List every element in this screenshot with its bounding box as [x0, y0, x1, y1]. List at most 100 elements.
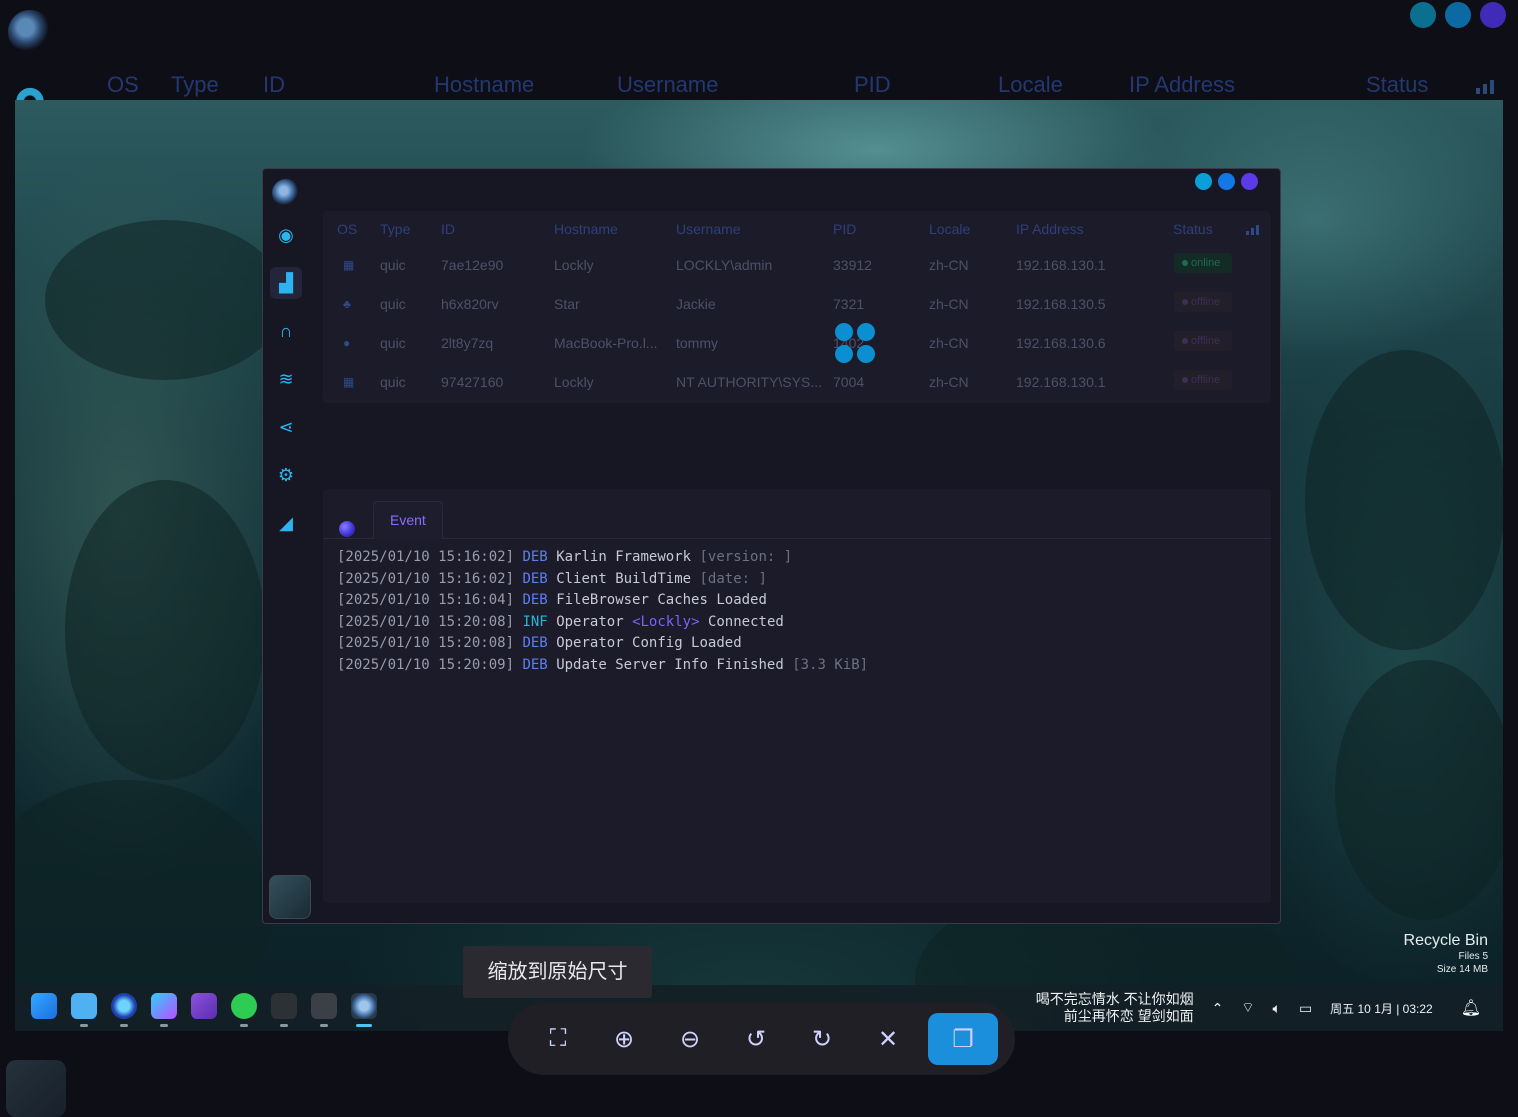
trend-icon[interactable]: ≋: [270, 363, 302, 395]
cell-ip: 192.168.130.6: [1016, 335, 1106, 351]
wifi-icon[interactable]: ⌔: [1241, 999, 1254, 1017]
col-username[interactable]: Username: [676, 221, 741, 239]
col-type[interactable]: Type: [380, 221, 410, 239]
cell-hostname: Lockly: [554, 257, 594, 273]
log-line: [2025/01/10 15:16:02] DEB Karlin Framewo…: [337, 549, 793, 565]
cell-type: quic: [380, 296, 406, 312]
visual-studio-icon[interactable]: [191, 993, 217, 1019]
outer-stats-icon[interactable]: [1476, 80, 1494, 94]
fit-screen-icon[interactable]: ⛶: [538, 1019, 578, 1059]
area-chart-icon[interactable]: ◢: [270, 507, 302, 539]
cell-id: h6x820rv: [441, 296, 499, 312]
linux-icon: ♣: [343, 297, 351, 311]
file-explorer-icon[interactable]: [71, 993, 97, 1027]
headphones-icon[interactable]: ∩: [270, 315, 302, 347]
status-badge: offline: [1174, 331, 1232, 351]
user-avatar[interactable]: [269, 875, 311, 919]
cell-id: 7ae12e90: [441, 257, 504, 273]
minimize-button[interactable]: [1410, 2, 1436, 28]
log-line: [2025/01/10 15:16:04] DEB FileBrowser Ca…: [337, 592, 767, 608]
cell-pid: 7004: [833, 374, 865, 390]
outer-avatar[interactable]: [6, 1060, 66, 1117]
recycle-bin-size: Size 14 MB: [1436, 964, 1488, 975]
battery-icon[interactable]: ▭: [1299, 1000, 1312, 1017]
volume-icon[interactable]: 🔈︎: [1273, 1000, 1281, 1017]
cell-username: Jackie: [676, 296, 716, 312]
table-row[interactable]: ▦ quic 97427160 Lockly NT AUTHORITY\SYS.…: [323, 364, 1271, 402]
window-minimize-button[interactable]: [1195, 173, 1212, 190]
cell-pid: 7321: [833, 296, 865, 312]
cell-locale: zh-CN: [929, 374, 969, 390]
outer-col-os: OS: [107, 72, 139, 97]
recycle-bin-title: Recycle Bin: [1403, 932, 1488, 949]
remote-viewer: OS Type ID Hostname Username PID Locale …: [0, 0, 1518, 1117]
browser-icon[interactable]: [111, 993, 137, 1027]
chevron-up-icon[interactable]: ⌃: [1212, 1000, 1224, 1017]
bell-icon[interactable]: 🔔︎: [1461, 998, 1481, 1018]
col-pid[interactable]: PID: [833, 221, 856, 239]
clock[interactable]: 周五 10 1月 | 03:22: [1330, 1000, 1433, 1017]
table-row[interactable]: ♣ quic h6x820rv Star Jackie 7321 zh-CN 1…: [323, 286, 1271, 324]
apple-icon: ●: [343, 336, 351, 350]
window-close-button[interactable]: [1241, 173, 1258, 190]
lyrics-widget[interactable]: 喝不完忘情水 不让你如烟 前尘再怀恋 望剑如面: [1036, 991, 1194, 1025]
column-settings-icon[interactable]: [1246, 225, 1259, 235]
log-line: [2025/01/10 15:16:02] DEB Client BuildTi…: [337, 570, 767, 587]
disc-icon[interactable]: ◉: [270, 219, 302, 251]
tab-event[interactable]: Event: [373, 501, 443, 539]
event-log: [2025/01/10 15:16:02] DEB Karlin Framewo…: [337, 547, 868, 676]
goland-icon[interactable]: [151, 993, 177, 1027]
wechat-icon[interactable]: [231, 993, 257, 1027]
status-badge: offline: [1174, 370, 1232, 390]
start-button[interactable]: [31, 993, 57, 1019]
rotate-left-icon[interactable]: ↺: [736, 1019, 776, 1059]
col-ip[interactable]: IP Address: [1016, 221, 1083, 239]
event-log-panel: Event [2025/01/10 15:16:02] DEB Karlin F…: [323, 489, 1271, 903]
cell-username: tommy: [676, 335, 718, 351]
karlin-client-icon[interactable]: [351, 993, 377, 1027]
cell-ip: 192.168.130.1: [1016, 374, 1106, 390]
table-row[interactable]: ▦ quic 7ae12e90 Lockly LOCKLY\admin 3391…: [323, 247, 1271, 285]
cell-id: 2lt8y7zq: [441, 335, 494, 351]
col-hostname[interactable]: Hostname: [554, 221, 618, 239]
cell-ip: 192.168.130.5: [1016, 296, 1106, 312]
copy-icon[interactable]: ❐: [928, 1013, 998, 1065]
table-row[interactable]: ● quic 2lt8y7zq MacBook-Pro.l... tommy 1…: [323, 325, 1271, 363]
recycle-bin[interactable]: Recycle Bin Files 5 Size 14 MB: [1404, 932, 1488, 976]
settings-icon[interactable]: ⚙: [270, 459, 302, 491]
zoom-in-icon[interactable]: ⊕: [604, 1019, 644, 1059]
col-id[interactable]: ID: [441, 221, 455, 239]
rotate-right-icon[interactable]: ↻: [802, 1019, 842, 1059]
outer-col-status: Status: [1366, 72, 1429, 97]
cell-hostname: Star: [554, 296, 580, 312]
cell-username: NT AUTHORITY\SYS...: [676, 374, 822, 390]
client-logo: [272, 179, 300, 207]
maximize-button[interactable]: [1445, 2, 1471, 28]
cell-pid: 33912: [833, 257, 872, 273]
close-icon[interactable]: ✕: [868, 1019, 908, 1059]
col-status[interactable]: Status: [1173, 221, 1213, 239]
log-line: [2025/01/10 15:20:09] DEB Update Server …: [337, 656, 869, 673]
log-tabs: Event: [323, 499, 1271, 539]
terminal-icon[interactable]: [311, 993, 337, 1027]
close-button[interactable]: [1480, 2, 1506, 28]
outer-col-username: Username: [617, 72, 719, 97]
stats-icon[interactable]: ▟: [270, 267, 302, 299]
recycle-bin-files: Files 5: [1458, 951, 1488, 962]
col-locale[interactable]: Locale: [929, 221, 970, 239]
window-controls: [1195, 173, 1258, 190]
zoom-out-icon[interactable]: ⊖: [670, 1019, 710, 1059]
window-maximize-button[interactable]: [1218, 173, 1235, 190]
cell-hostname: MacBook-Pro.l...: [554, 335, 658, 351]
globe-icon[interactable]: [339, 521, 355, 537]
audio-app-icon[interactable]: [271, 993, 297, 1027]
cell-id: 97427160: [441, 374, 504, 390]
col-os[interactable]: OS: [337, 221, 357, 239]
log-line: [2025/01/10 15:20:08] INF Operator <Lock…: [337, 613, 784, 630]
log-line: [2025/01/10 15:20:08] DEB Operator Confi…: [337, 635, 742, 651]
client-window: ◉ ▟ ∩ ≋ ⋖ ⚙ ◢ OS Type ID Hostname Userna…: [262, 168, 1281, 924]
share-icon[interactable]: ⋖: [270, 411, 302, 443]
outer-table-header: OS Type ID Hostname Username PID Locale …: [0, 66, 1518, 104]
cell-hostname: Lockly: [554, 374, 594, 390]
cell-locale: zh-CN: [929, 257, 969, 273]
